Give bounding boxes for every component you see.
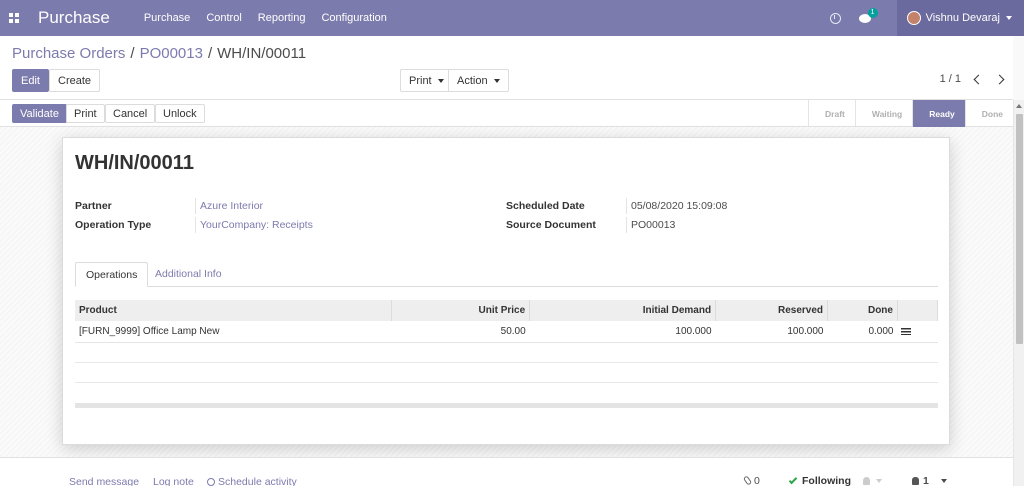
followers-button[interactable]: 1 (912, 475, 947, 486)
stage-done: Done (964, 100, 1013, 127)
schedule-activity-button[interactable]: Schedule activity (207, 476, 297, 486)
table-row[interactable]: [FURN_9999] Office Lamp New 50.00 100.00… (75, 321, 938, 343)
followers-count: 1 (923, 475, 929, 486)
messaging-chat-icon[interactable]: 1 (858, 7, 878, 23)
bell-icon[interactable] (863, 477, 870, 485)
chevron-down-icon (437, 78, 444, 83)
source-document-label: Source Document (506, 219, 596, 231)
log-note-button[interactable]: Log note (153, 476, 194, 486)
pager: 1 / 1 (940, 73, 1005, 85)
scrollbar-thumb[interactable] (1016, 114, 1023, 344)
breadcrumb-purchase-orders[interactable]: Purchase Orders (12, 45, 125, 62)
partner-label: Partner (75, 200, 112, 212)
breadcrumb: Purchase Orders / PO00013/WH/IN/00011 (12, 45, 307, 62)
pager-value[interactable]: 1 / 1 (940, 73, 961, 85)
app-name: Purchase (38, 8, 110, 27)
check-icon (788, 475, 798, 485)
table-footer (75, 403, 938, 408)
edit-button[interactable]: Edit (12, 69, 49, 92)
record-title: WH/IN/00011 (75, 152, 194, 174)
tab-additional-info[interactable]: Additional Info (145, 262, 232, 287)
table-empty-row (75, 342, 938, 363)
validate-button[interactable]: Validate (12, 104, 67, 123)
chatter: Send message Log note Schedule activity … (0, 457, 1013, 486)
activity-clock-icon[interactable] (829, 12, 841, 24)
operation-type-label: Operation Type (75, 219, 152, 231)
cell-product: [FURN_9999] Office Lamp New (75, 321, 392, 343)
action-dropdown-button[interactable]: Action (448, 69, 509, 92)
breadcrumb-po[interactable]: PO00013 (140, 45, 203, 62)
partner-value[interactable]: Azure Interior (195, 198, 263, 214)
person-icon (912, 477, 919, 485)
stage-waiting: Waiting (854, 100, 912, 127)
breadcrumb-current: WH/IN/00011 (217, 45, 307, 62)
cell-initial-demand: 100.000 (529, 321, 716, 343)
column-header-done[interactable]: Done (827, 300, 898, 321)
stage-draft: Draft (808, 100, 855, 127)
clock-icon (207, 478, 215, 486)
action-dropdown-label: Action (457, 74, 488, 87)
scrollbar[interactable] (1013, 100, 1024, 486)
cancel-button[interactable]: Cancel (105, 104, 156, 123)
top-navbar: Purchase Purchase Control Reporting Conf… (0, 0, 1024, 36)
chevron-down-icon (876, 479, 882, 484)
operation-type-value[interactable]: YourCompany: Receipts (195, 217, 313, 233)
print-button[interactable]: Print (66, 104, 105, 123)
cell-reserved: 100.000 (715, 321, 828, 343)
stage-ready: Ready (912, 100, 965, 127)
user-menu[interactable]: Vishnu Devaraj (896, 0, 1024, 36)
chevron-down-icon (1006, 16, 1012, 20)
menu-item-configuration[interactable]: Configuration (321, 12, 386, 24)
chevron-down-icon (493, 78, 500, 83)
details-list-icon[interactable] (901, 327, 912, 335)
following-button[interactable]: Following (788, 475, 882, 486)
avatar (906, 11, 921, 25)
user-name: Vishnu Devaraj (925, 12, 1000, 24)
cell-done: 0.000 (827, 321, 898, 343)
control-panel: Purchase Orders / PO00013/WH/IN/00011 Edit… (0, 36, 1013, 100)
menu-item-reporting[interactable]: Reporting (258, 12, 306, 24)
menu-item-purchase[interactable]: Purchase (144, 12, 190, 24)
operations-table: Product Unit Price Initial Demand Reserv… (75, 300, 939, 383)
scheduled-date-value: 05/08/2020 15:09:08 (626, 198, 727, 214)
table-empty-row (75, 362, 938, 383)
column-header-unit-price[interactable]: Unit Price (391, 300, 531, 321)
chevron-left-icon[interactable] (973, 74, 984, 84)
print-dropdown-button[interactable]: Print (400, 69, 453, 92)
form-sheet: WH/IN/00011 Partner Azure Interior Opera… (62, 137, 950, 445)
chevron-down-icon (940, 479, 947, 484)
stage-pipeline: Draft Waiting Ready Done (808, 100, 1013, 127)
attachments-count: 0 (754, 475, 760, 486)
cell-unit-price: 50.00 (391, 321, 530, 343)
column-header-reserved[interactable]: Reserved (715, 300, 828, 321)
chevron-right-icon[interactable] (994, 74, 1005, 84)
create-button[interactable]: Create (49, 69, 101, 92)
column-header-actions (897, 300, 939, 321)
menu-item-control[interactable]: Control (206, 12, 241, 24)
column-header-product[interactable]: Product (75, 300, 393, 321)
source-document-value: PO00013 (626, 217, 675, 233)
notebook-tabs: Operations Additional Info (75, 262, 938, 287)
scheduled-date-label: Scheduled Date (506, 200, 585, 212)
following-label: Following (802, 475, 851, 486)
scroll-up-icon[interactable] (1016, 104, 1022, 108)
column-header-initial-demand[interactable]: Initial Demand (529, 300, 717, 321)
statusbar: Validate Print Cancel Unlock Draft Waiti… (0, 100, 1013, 127)
paperclip-icon (742, 475, 753, 486)
print-dropdown-label: Print (409, 74, 432, 87)
schedule-activity-label: Schedule activity (218, 476, 297, 486)
attachments-button[interactable]: 0 (742, 475, 760, 486)
send-message-button[interactable]: Send message (69, 476, 139, 486)
chat-count-badge: 1 (867, 7, 878, 18)
unlock-button[interactable]: Unlock (155, 104, 205, 123)
cell-details (897, 321, 938, 343)
apps-menu-icon[interactable] (0, 0, 28, 36)
tab-operations[interactable]: Operations (75, 262, 149, 287)
